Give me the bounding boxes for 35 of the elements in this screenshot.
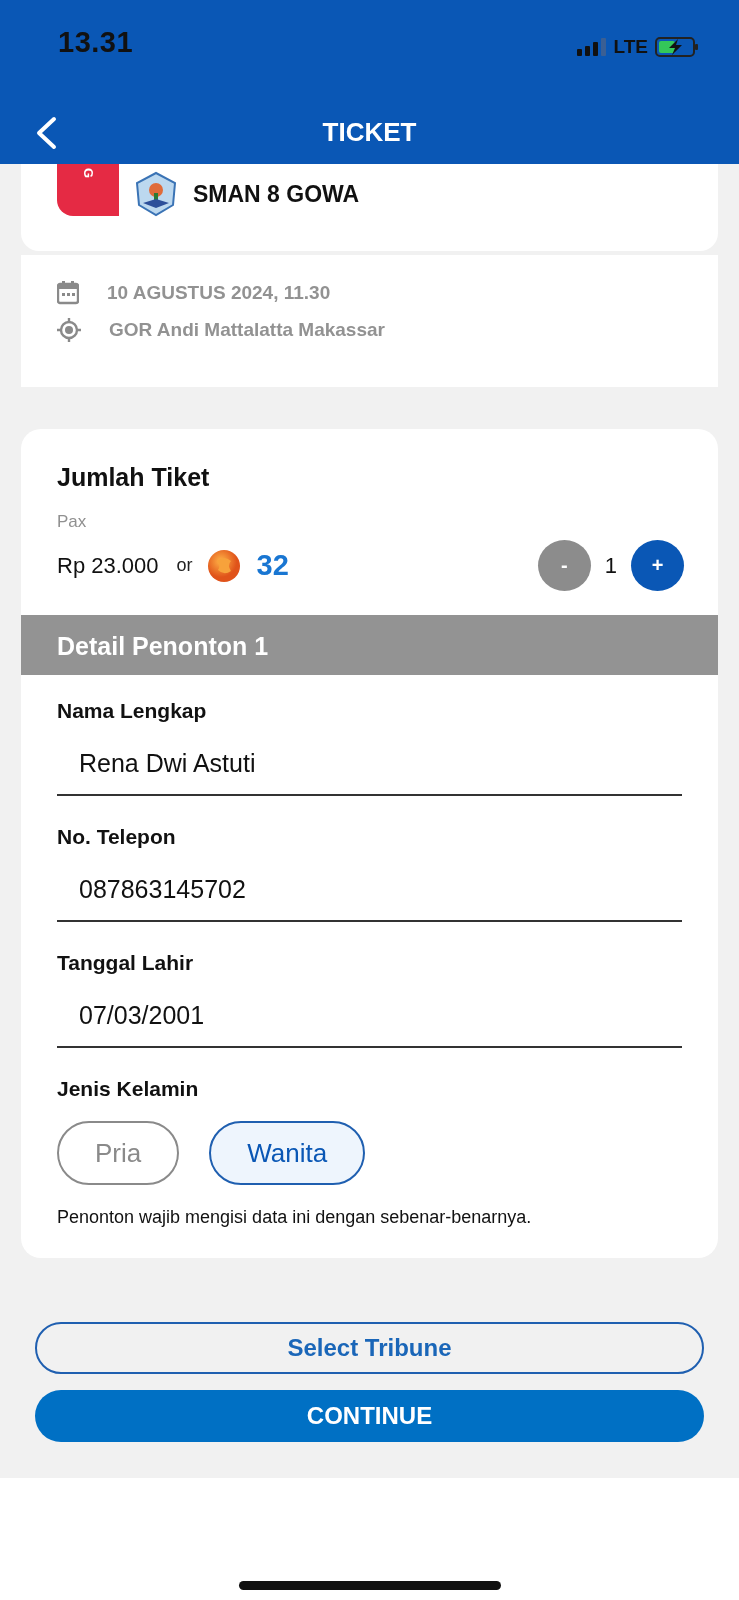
battery-charging-icon [655, 37, 699, 57]
decrement-button[interactable]: - [537, 540, 591, 591]
field-label: Nama Lengkap [57, 699, 208, 723]
coin-icon [206, 548, 241, 583]
or-label: or [176, 555, 193, 576]
gender-option[interactable]: Pria [57, 1121, 180, 1185]
field-label: No. Telepon [57, 825, 177, 849]
unit-label: Pax [57, 512, 88, 532]
select-button[interactable]: Select Tribune [35, 1322, 704, 1374]
input-field[interactable]: 087863145702 [57, 849, 682, 922]
coin-price: 32 [256, 549, 289, 582]
calendar-icon [57, 281, 79, 305]
field-label: Tanggal Lahir [57, 951, 195, 975]
continue-button[interactable]: CONTINUE [35, 1390, 704, 1442]
section-header: Detail Penonton 1 [21, 615, 718, 675]
team-name: SMAN 8 GOWA [193, 181, 360, 208]
gender-option[interactable]: Wanita [209, 1121, 366, 1185]
disclaimer-note: Penonton wajib mengisi data ini dengan sebenar-benarnya. [57, 1207, 533, 1228]
event-date: 10 AGUSTUS 2024, 11.30 [107, 282, 331, 304]
ticket-price: Rp 23.000 [57, 552, 159, 579]
badge-letter: G [81, 167, 95, 179]
status-time: 13.31 [58, 26, 134, 59]
signal-icon [576, 38, 607, 56]
back-icon[interactable] [34, 116, 58, 150]
school-emblem-icon [133, 171, 179, 217]
input-field[interactable]: 07/03/2001 [57, 975, 682, 1048]
page-title: TICKET [322, 116, 417, 148]
section-title: Jumlah Tiket [57, 463, 211, 492]
field-label: Jenis Kelamin [57, 1077, 200, 1101]
location-target-icon [57, 318, 81, 342]
ticket-quantity: 1 [604, 552, 617, 579]
network-label: LTE [613, 36, 648, 58]
event-venue: GOR Andi Mattalatta Makassar [109, 319, 385, 341]
increment-button[interactable]: + [631, 540, 684, 591]
input-field[interactable]: Rena Dwi Astuti [57, 723, 682, 796]
